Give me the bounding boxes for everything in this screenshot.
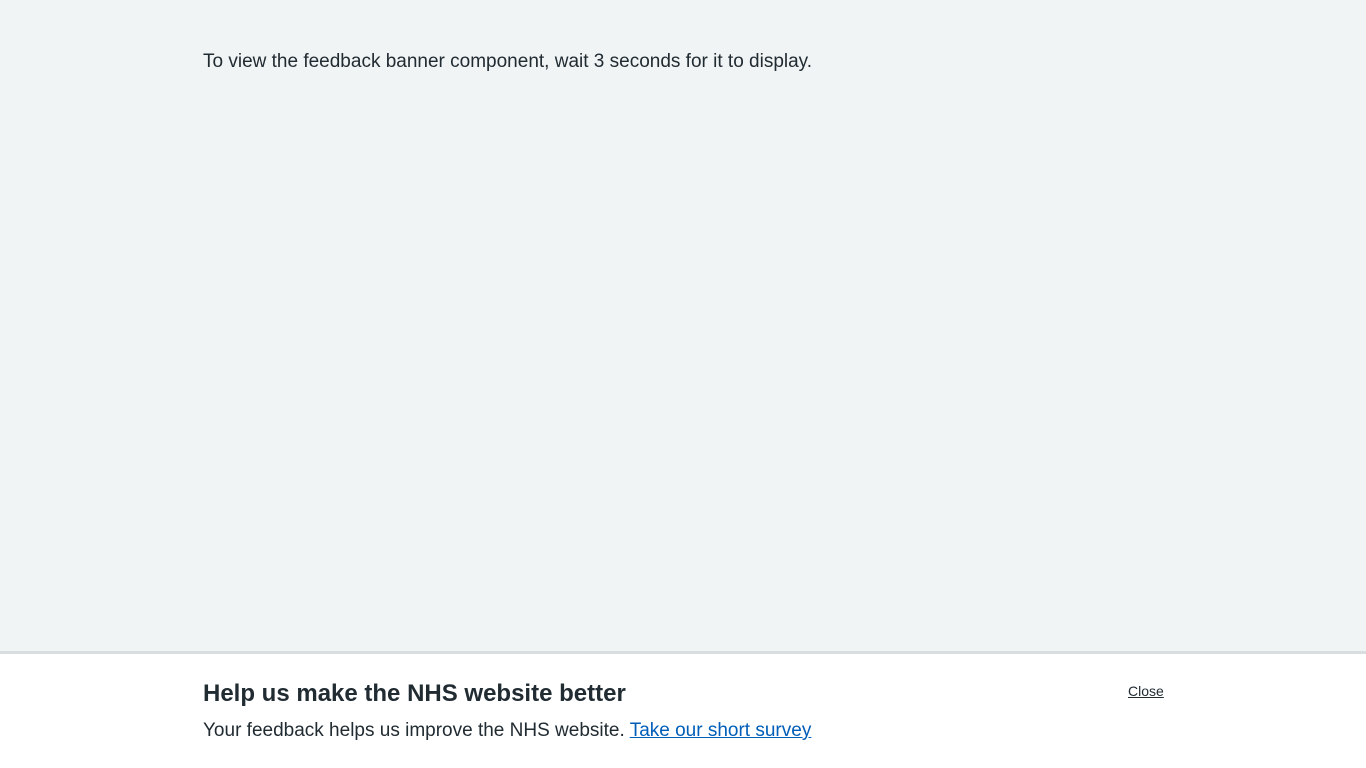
survey-link[interactable]: Take our short survey	[630, 720, 812, 741]
feedback-banner: Help us make the NHS website better Your…	[0, 651, 1366, 768]
banner-heading: Help us make the NHS website better	[203, 680, 626, 707]
banner-text: Your feedback helps us improve the NHS w…	[203, 720, 625, 741]
close-button[interactable]: Close	[1128, 681, 1164, 701]
intro-text: To view the feedback banner component, w…	[203, 51, 813, 72]
page: To view the feedback banner component, w…	[0, 0, 1366, 768]
banner-message: Your feedback helps us improve the NHS w…	[203, 717, 811, 744]
